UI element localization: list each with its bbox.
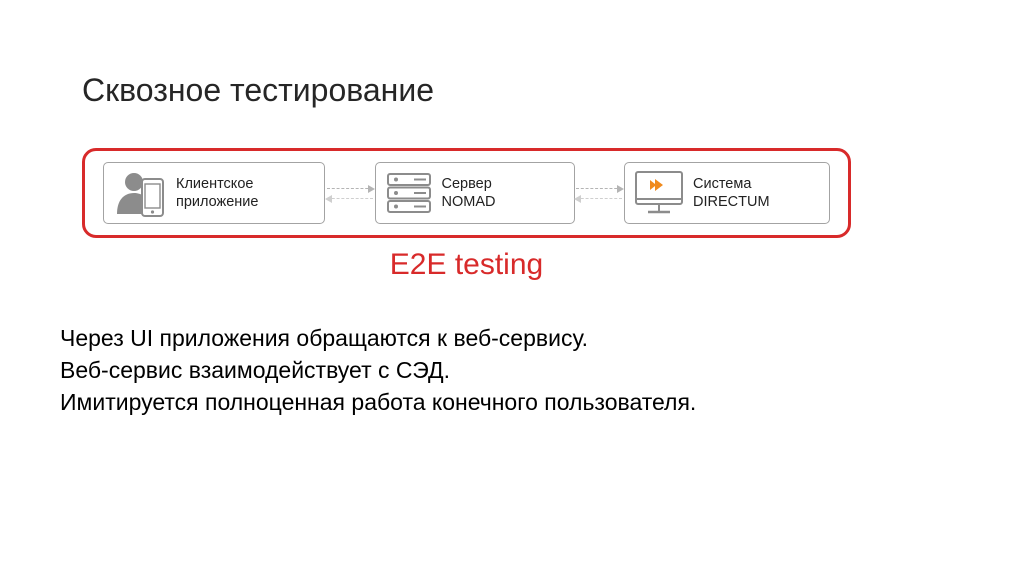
monitor-directum-icon bbox=[633, 169, 685, 217]
arrow-left-icon bbox=[576, 198, 622, 199]
e2e-diagram-frame: Клиентскоеприложение СерверNOMAD bbox=[82, 148, 851, 238]
user-phone-icon bbox=[112, 168, 168, 218]
client-app-node: Клиентскоеприложение bbox=[103, 162, 325, 224]
arrow-left-icon bbox=[327, 198, 373, 199]
slide-body-text: Через UI приложения обращаются к веб-сер… bbox=[60, 322, 696, 419]
body-line: Имитируется полноценная работа конечного… bbox=[60, 386, 696, 418]
arrow-right-icon bbox=[327, 188, 373, 189]
body-line: Веб-сервис взаимодействует с СЭД. bbox=[60, 354, 696, 386]
arrow-client-server bbox=[327, 188, 373, 199]
e2e-testing-label: E2E testing bbox=[82, 248, 851, 282]
server-node: СерверNOMAD bbox=[375, 162, 575, 224]
directum-node: СистемаDIRECTUM bbox=[624, 162, 830, 224]
directum-label: СистемаDIRECTUM bbox=[693, 175, 770, 211]
body-line: Через UI приложения обращаются к веб-сер… bbox=[60, 322, 696, 354]
arrow-server-system bbox=[576, 188, 622, 199]
server-label: СерверNOMAD bbox=[442, 175, 496, 211]
client-app-label: Клиентскоеприложение bbox=[176, 175, 258, 211]
slide-title: Сквозное тестирование bbox=[82, 72, 434, 109]
arrow-right-icon bbox=[576, 188, 622, 189]
server-icon bbox=[384, 171, 434, 215]
